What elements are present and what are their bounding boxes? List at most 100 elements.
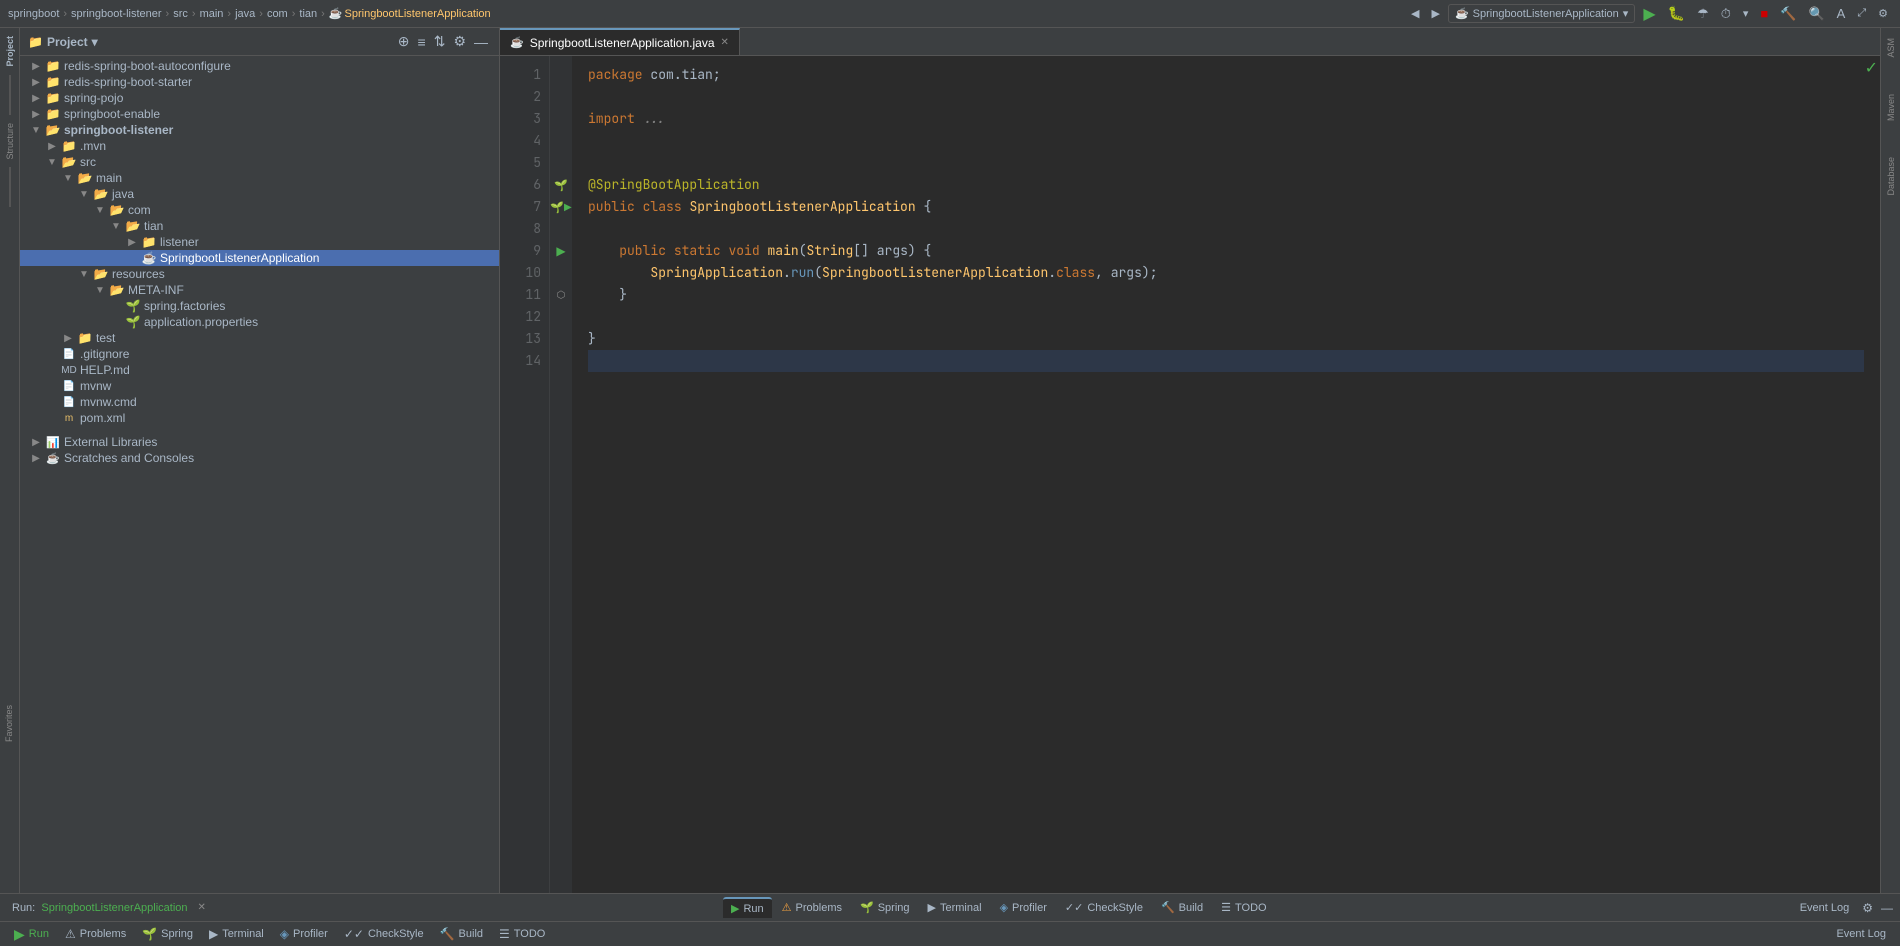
run-action-buttons: ▶ Run ⚠ Problems 🌱 Spring ▶ Terminal ◈ P… xyxy=(8,924,551,945)
settings-tree-button[interactable]: ⚙ xyxy=(450,32,469,51)
bottom-tab-profiler[interactable]: ◈ Profiler xyxy=(992,898,1055,917)
tree-item-app-properties[interactable]: 🌱 application.properties xyxy=(20,314,499,330)
bottom-tab-event-log[interactable]: Event Log xyxy=(1792,899,1858,917)
bottom-tab-run[interactable]: ▶ Run xyxy=(723,897,772,918)
profiler-action-button[interactable]: ◈ Profiler xyxy=(274,925,334,943)
bottom-tab-problems[interactable]: ⚠ Problems xyxy=(774,898,850,917)
project-dropdown-icon[interactable]: ▾ xyxy=(92,35,98,49)
item-label: .mvn xyxy=(80,139,106,153)
tree-item-src[interactable]: ▼ 📂 src xyxy=(20,154,499,170)
editor-tab-main-class[interactable]: ☕ SpringbootListenerApplication.java ✕ xyxy=(500,28,740,55)
tree-item-mvnw[interactable]: 📄 mvnw xyxy=(20,378,499,394)
breadcrumb-com[interactable]: com xyxy=(267,8,288,20)
expand-button[interactable]: ⤢ xyxy=(1853,5,1870,22)
tree-item-resources[interactable]: ▼ 📂 resources xyxy=(20,266,499,282)
structure-tab[interactable]: Structure xyxy=(3,119,17,164)
tree-item-com[interactable]: ▼ 📂 com xyxy=(20,202,499,218)
profile-button[interactable]: ⏱ xyxy=(1717,4,1735,24)
folder-icon: 📁 xyxy=(44,75,62,89)
scope-button[interactable]: ⊕ xyxy=(395,32,413,51)
problems-action-button[interactable]: ⚠ Problems xyxy=(59,925,132,943)
bottom-close-button[interactable]: — xyxy=(1878,900,1896,916)
tree-item-spring-factories[interactable]: 🌱 spring.factories xyxy=(20,298,499,314)
navigate-forward-button[interactable]: ▶ xyxy=(1427,5,1443,22)
dropdown-button[interactable]: ▾ xyxy=(1739,5,1753,22)
event-log-button[interactable]: Event Log xyxy=(1830,926,1892,942)
run-action-button[interactable]: ▶ Run xyxy=(8,924,55,945)
tree-item-mvnw-cmd[interactable]: 📄 mvnw.cmd xyxy=(20,394,499,410)
breadcrumb: springboot › springboot-listener › src ›… xyxy=(8,7,491,20)
breadcrumb-java[interactable]: java xyxy=(235,8,255,20)
tree-item-external-libraries[interactable]: ▶ 📊 External Libraries xyxy=(20,434,499,450)
tab-close-button[interactable]: ✕ xyxy=(721,37,729,48)
tree-item-main[interactable]: ▼ 📂 main xyxy=(20,170,499,186)
settings-button[interactable]: ⚙ xyxy=(1874,5,1892,22)
tree-item-help-md[interactable]: MD HELP.md xyxy=(20,362,499,378)
todo-action-button[interactable]: ☰ TODO xyxy=(493,925,551,943)
tree-item-pom-xml[interactable]: m pom.xml xyxy=(20,410,499,426)
gutter-line-9[interactable]: ▶ xyxy=(550,240,572,262)
breadcrumb-main[interactable]: main xyxy=(200,8,224,20)
run-config-dropdown[interactable]: ☕ SpringbootListenerApplication ▾ xyxy=(1448,4,1635,23)
navigate-back-button[interactable]: ◀ xyxy=(1407,5,1423,22)
gutter-line-7[interactable]: 🌱 ▶ xyxy=(550,196,572,218)
profiler-tab-icon: ◈ xyxy=(1000,901,1008,914)
minimize-panel-button[interactable]: — xyxy=(471,32,491,51)
database-panel-tab[interactable]: Database xyxy=(1884,151,1898,202)
bottom-settings-button[interactable]: ⚙ xyxy=(1859,900,1876,916)
breadcrumb-class[interactable]: SpringbootListenerApplication xyxy=(345,8,491,20)
bottom-tab-todo[interactable]: ☰ TODO xyxy=(1213,898,1274,917)
tree-item-springboot-listener[interactable]: ▼ 📂 springboot-listener xyxy=(20,122,499,138)
tree-item-listener[interactable]: ▶ 📁 listener xyxy=(20,234,499,250)
tree-item-redis-starter[interactable]: ▶ 📁 redis-spring-boot-starter xyxy=(20,74,499,90)
run-button[interactable]: ▶ xyxy=(1639,2,1659,26)
tree-item-java-dir[interactable]: ▼ 📂 java xyxy=(20,186,499,202)
close-run-icon[interactable]: ✕ xyxy=(198,902,206,913)
tree-item-springboot-enable[interactable]: ▶ 📁 springboot-enable xyxy=(20,106,499,122)
line-numbers: 1 2 3 4 5 6 7 8 9 10 11 12 13 14 xyxy=(500,56,550,893)
favorites-tab[interactable]: Favorites xyxy=(2,701,16,746)
collapse-arrow-icon: ▼ xyxy=(92,205,108,216)
asm-panel-tab[interactable]: ASM xyxy=(1884,32,1898,64)
breadcrumb-springboot-listener[interactable]: springboot-listener xyxy=(71,8,162,20)
stop-button[interactable]: ■ xyxy=(1756,4,1772,23)
tree-item-tian[interactable]: ▼ 📂 tian xyxy=(20,218,499,234)
code-editor[interactable]: package com.tian; import ... @SpringBoot… xyxy=(572,56,1880,893)
editor-content[interactable]: 1 2 3 4 5 6 7 8 9 10 11 12 13 14 xyxy=(500,56,1880,893)
bottom-tab-spring[interactable]: 🌱 Spring xyxy=(852,898,918,917)
checkstyle-action-button[interactable]: ✓✓ CheckStyle xyxy=(338,925,430,943)
tree-item-spring-pojo[interactable]: ▶ 📁 spring-pojo xyxy=(20,90,499,106)
tree-item-gitignore[interactable]: 📄 .gitignore xyxy=(20,346,499,362)
breadcrumb-src[interactable]: src xyxy=(173,8,188,20)
tree-item-main-class[interactable]: ☕ SpringbootListenerApplication xyxy=(20,250,499,266)
item-label: src xyxy=(80,155,96,169)
collapse-all-button[interactable]: ≡ xyxy=(415,32,429,51)
bottom-tab-terminal[interactable]: ▶ Terminal xyxy=(920,898,990,917)
breadcrumb-tian[interactable]: tian xyxy=(299,8,317,20)
tree-item-scratches[interactable]: ▶ ☕ Scratches and Consoles xyxy=(20,450,499,466)
debug-button[interactable]: 🐛 xyxy=(1664,3,1689,24)
tree-item-redis-autoconfigure[interactable]: ▶ 📁 redis-spring-boot-autoconfigure xyxy=(20,58,499,74)
run-method-icon[interactable]: ▶ xyxy=(556,244,565,258)
translate-button[interactable]: A xyxy=(1833,4,1850,23)
tree-item-meta-inf[interactable]: ▼ 📂 META-INF xyxy=(20,282,499,298)
tree-item-mvn[interactable]: ▶ 📁 .mvn xyxy=(20,138,499,154)
run-app-name: SpringbootListenerApplication xyxy=(41,902,187,914)
coverage-button[interactable]: ☂ xyxy=(1693,4,1713,24)
terminal-action-button[interactable]: ▶ Terminal xyxy=(203,925,270,943)
spring-action-button[interactable]: 🌱 Spring xyxy=(136,925,199,943)
gutter-line-6[interactable]: 🌱 xyxy=(550,174,572,196)
expand-all-button[interactable]: ⇅ xyxy=(431,32,449,51)
maven-panel-tab[interactable]: Maven xyxy=(1884,88,1898,127)
bottom-tab-build[interactable]: 🔨 Build xyxy=(1153,898,1211,917)
bottom-tab-checkstyle[interactable]: ✓✓ CheckStyle xyxy=(1057,898,1151,917)
checkmark-icon: ✓ xyxy=(1865,60,1878,77)
build-button[interactable]: 🔨 xyxy=(1776,4,1800,24)
item-label: java xyxy=(112,187,134,201)
project-tab[interactable]: Project xyxy=(3,32,17,71)
search-everywhere-button[interactable]: 🔍 xyxy=(1804,4,1828,24)
breadcrumb-springboot[interactable]: springboot xyxy=(8,8,59,20)
build-action-button[interactable]: 🔨 Build xyxy=(434,925,489,943)
tree-item-test[interactable]: ▶ 📁 test xyxy=(20,330,499,346)
arrow-icon: ▶ xyxy=(28,77,44,88)
